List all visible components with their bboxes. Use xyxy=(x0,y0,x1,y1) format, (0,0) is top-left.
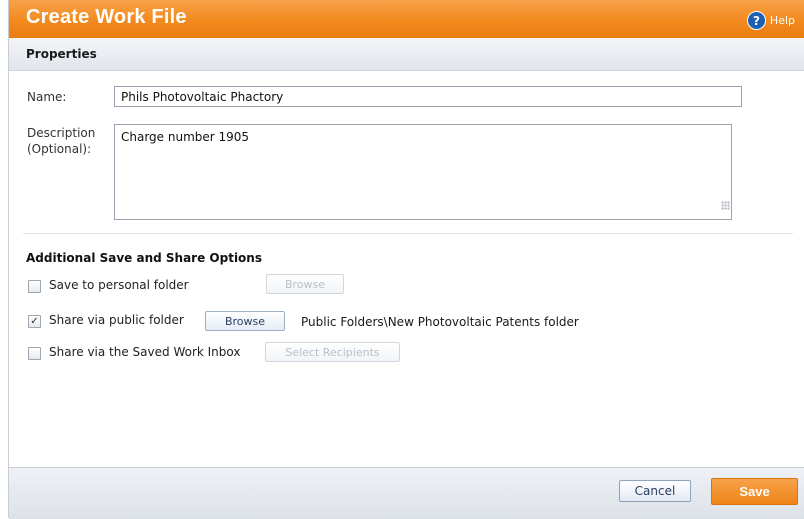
description-label: Description (Optional): xyxy=(27,125,95,157)
description-label-line1: Description xyxy=(27,126,96,140)
public-folder-browse-button[interactable]: Browse xyxy=(205,311,285,331)
resize-grip-icon[interactable] xyxy=(721,201,730,210)
personal-folder-label: Save to personal folder xyxy=(49,278,189,292)
saved-work-inbox-checkbox[interactable] xyxy=(28,347,41,360)
description-field[interactable]: Charge number 1905 xyxy=(114,124,732,220)
dialog-title: Create Work File xyxy=(26,6,187,28)
question-circle-icon: ? xyxy=(746,11,766,30)
help-label: Help xyxy=(769,14,795,27)
checkmark-icon: ✓ xyxy=(30,316,39,327)
name-field[interactable] xyxy=(114,86,742,107)
save-button[interactable]: Save xyxy=(711,478,798,505)
section-divider xyxy=(23,233,793,234)
name-label: Name: xyxy=(27,90,67,104)
personal-folder-browse-button[interactable]: Browse xyxy=(266,274,344,294)
description-label-line2: (Optional): xyxy=(27,142,92,156)
personal-folder-checkbox[interactable] xyxy=(28,280,41,293)
dialog-title-bar: Create Work File ? Help xyxy=(9,0,804,38)
properties-section-header: Properties xyxy=(9,38,804,71)
share-options-heading: Additional Save and Share Options xyxy=(26,251,262,265)
public-folder-label: Share via public folder xyxy=(49,313,184,327)
help-link[interactable]: ? Help xyxy=(746,11,795,30)
select-recipients-button[interactable]: Select Recipients xyxy=(265,342,400,362)
cancel-button[interactable]: Cancel xyxy=(619,480,691,502)
public-folder-checkbox[interactable]: ✓ xyxy=(28,315,41,328)
public-folder-path: Public Folders\New Photovoltaic Patents … xyxy=(301,315,579,329)
saved-work-inbox-label: Share via the Saved Work Inbox xyxy=(49,345,241,359)
create-work-file-dialog: Create Work File ? Help Properties Name:… xyxy=(8,0,804,519)
properties-heading: Properties xyxy=(26,47,97,61)
